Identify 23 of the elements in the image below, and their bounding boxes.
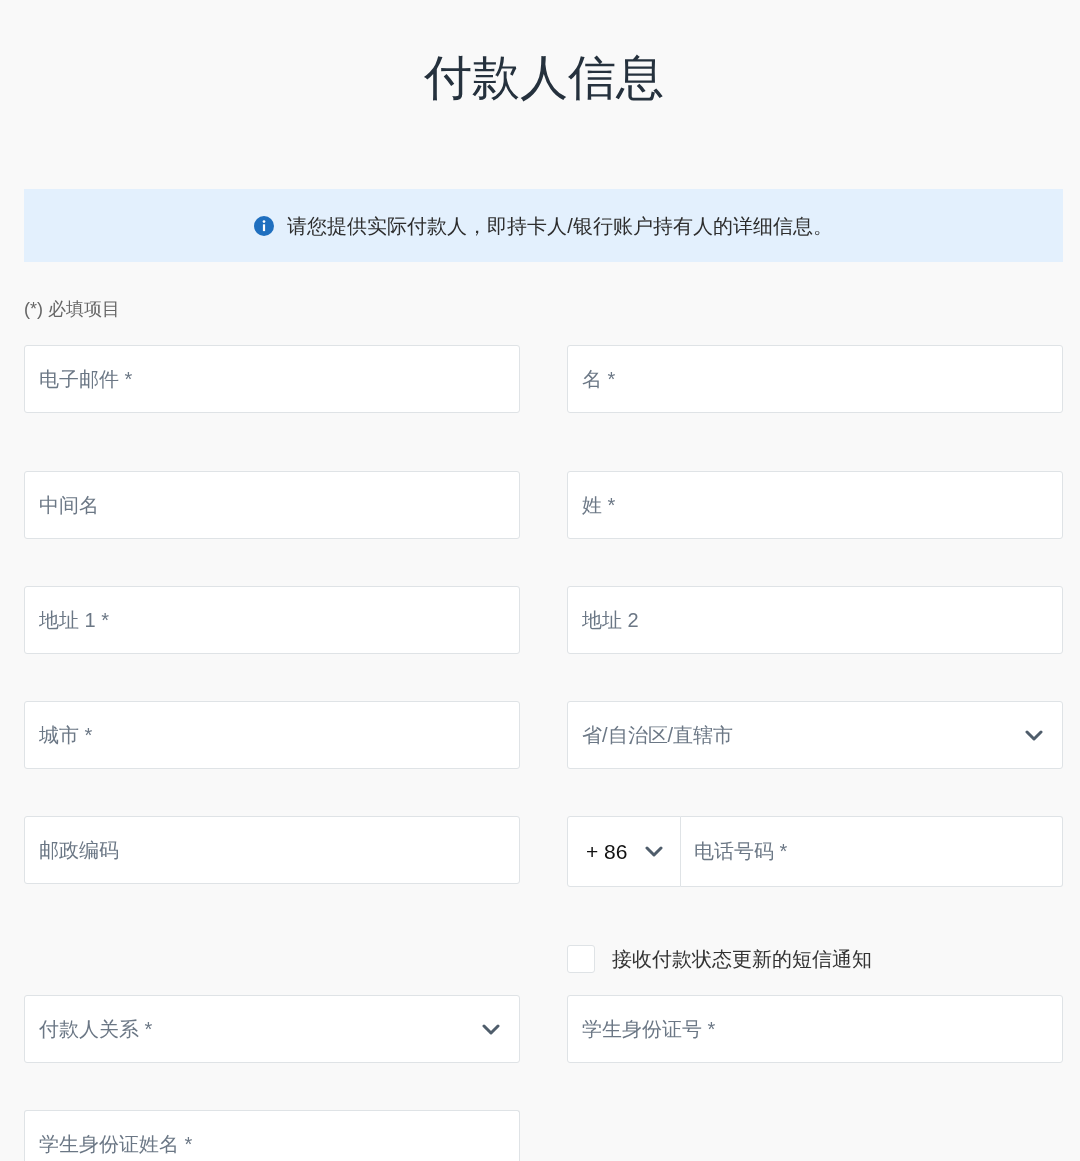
checkbox-label[interactable]: 接收付款状态更新的短信通知 (612, 946, 872, 972)
input-field[interactable]: 地址 2 (567, 586, 1063, 654)
input-field[interactable]: 中间名 (24, 471, 520, 539)
chevron-down-icon (645, 846, 663, 857)
page-title: 付款人信息 (423, 50, 664, 106)
dropdown-field[interactable]: 省/自治区/直辖市 (567, 701, 1063, 769)
chevron-down-icon (482, 1023, 500, 1035)
input-field[interactable]: 地址 1 * (24, 586, 520, 654)
input-field[interactable]: 姓 * (567, 471, 1063, 539)
input-field[interactable]: 电子邮件 * (24, 345, 520, 413)
input-field[interactable]: 名 * (567, 345, 1063, 413)
input-field[interactable]: 学生身份证姓名 * (24, 1110, 520, 1161)
input-field[interactable]: 邮政编码 (24, 816, 520, 884)
dropdown-field[interactable]: 付款人关系 * (24, 995, 520, 1063)
checkbox[interactable] (567, 945, 595, 973)
input-field[interactable]: 城市 * (24, 701, 520, 769)
info-icon (254, 215, 275, 236)
input-field[interactable]: 学生身份证号 * (567, 995, 1063, 1063)
country-code-dropdown[interactable]: + 86 (567, 816, 681, 887)
chevron-down-icon (1025, 729, 1043, 741)
notice-text: 请您提供实际付款人，即持卡人/银行账户持有人的详细信息。 (287, 213, 833, 239)
phone-field[interactable]: 电话号码 * (681, 816, 1063, 887)
required-note: (*) 必填项目 (24, 299, 120, 319)
